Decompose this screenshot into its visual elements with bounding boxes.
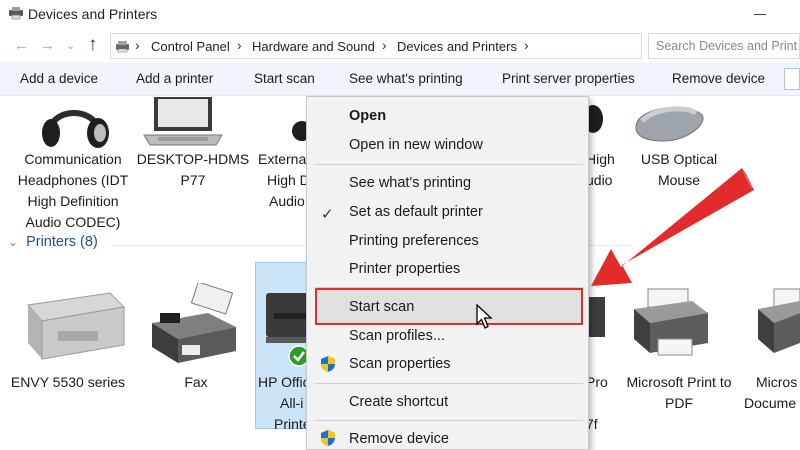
breadcrumb-hardware-and-sound[interactable]: Hardware and Sound <box>252 39 375 54</box>
up-arrow-icon[interactable]: ↑ <box>88 34 98 56</box>
printer-microsoft-document[interactable]: Micros Docume <box>744 372 800 414</box>
menu-item-scan-properties[interactable]: Scan properties <box>349 356 451 372</box>
start-scan-button[interactable]: Start scan <box>254 71 315 86</box>
envy-printer-icon[interactable] <box>18 287 130 363</box>
printer-pro[interactable]: Pro 7f <box>586 372 616 435</box>
microsoft-document-printer-icon[interactable] <box>752 287 800 363</box>
address-bar[interactable]: › Control Panel › Hardware and Sound › D… <box>110 33 642 59</box>
window-title: Devices and Printers <box>28 6 158 22</box>
breadcrumb-separator-icon[interactable]: › <box>135 37 140 53</box>
devices-printers-icon <box>9 7 23 20</box>
device-high-definition-audio[interactable]: High udio <box>586 149 620 191</box>
printer-fax[interactable]: Fax <box>166 372 226 393</box>
printer-label-line: PDF <box>665 395 693 411</box>
printer-label-line: 7f <box>586 416 598 432</box>
back-arrow-icon[interactable]: ← <box>14 37 29 54</box>
audio-device-icon[interactable] <box>589 97 609 145</box>
start-scan-highlight-box <box>315 288 583 325</box>
device-usb-optical-mouse[interactable]: USB Optical Mouse <box>624 149 734 191</box>
mouse-icon[interactable] <box>628 97 708 149</box>
breadcrumb-separator-icon[interactable]: › <box>237 37 242 53</box>
menu-separator <box>315 383 583 384</box>
menu-item-scan-profiles[interactable]: Scan profiles... <box>349 328 445 344</box>
breadcrumb-separator-icon[interactable]: › <box>382 37 387 53</box>
microsoft-print-to-pdf-icon[interactable] <box>628 287 712 363</box>
breadcrumb-devices-and-printers[interactable]: Devices and Printers <box>397 39 517 54</box>
forward-arrow-icon[interactable]: → <box>40 37 55 54</box>
device-label-line: DESKTOP-HDMS <box>136 151 250 167</box>
device-label-line: P77 <box>180 172 206 188</box>
device-external-high-definition-audio[interactable]: Externa High D Audio <box>258 149 310 212</box>
device-label-line: Mouse <box>657 172 701 188</box>
device-label-line: Externa <box>258 151 307 167</box>
mouse-cursor-icon <box>476 304 493 329</box>
menu-separator <box>315 420 583 421</box>
printer-label-line: Micros <box>756 374 798 390</box>
device-desktop[interactable]: DESKTOP-HDMS P77 <box>134 149 252 191</box>
breadcrumb-control-panel[interactable]: Control Panel <box>151 39 230 54</box>
device-label-line: Audio CODEC) <box>25 214 121 230</box>
printer-label-line: Printe <box>274 416 311 432</box>
device-label-line: Headphones (IDT <box>17 172 129 188</box>
printer-label-line: All-i <box>280 395 304 411</box>
command-bar: Add a device Add a printer Start scan Se… <box>0 62 800 96</box>
menu-item-open[interactable]: Open <box>349 108 386 124</box>
printer-envy[interactable]: ENVY 5530 series <box>8 372 128 393</box>
minimize-button[interactable] <box>750 4 770 24</box>
printers-group-label: Printers (8) <box>26 234 98 250</box>
uac-shield-icon <box>321 356 335 372</box>
printer-label-line: Pro <box>586 374 608 390</box>
uac-shield-icon <box>321 430 335 446</box>
search-box[interactable] <box>648 33 800 59</box>
breadcrumb-separator-icon[interactable]: › <box>524 37 529 53</box>
device-label-line: High D <box>267 172 310 188</box>
navigation-bar: ← → ⌄ ↑ › Control Panel › Hardware and S… <box>0 30 800 62</box>
print-server-properties-button[interactable]: Print server properties <box>502 71 635 86</box>
printer-label-line: HP Offic <box>258 374 310 390</box>
device-label-line: Communication <box>24 151 122 167</box>
menu-item-open-new-window[interactable]: Open in new window <box>349 137 483 153</box>
menu-item-printing-preferences[interactable]: Printing preferences <box>349 233 479 249</box>
device-communication-headphones[interactable]: Communication Headphones (IDT High Defin… <box>10 149 136 233</box>
printer-label-line: Microsoft Print to <box>626 374 732 390</box>
device-label-line: High Definition <box>27 193 119 209</box>
headphones-icon[interactable] <box>34 97 114 149</box>
printer-label-line: ENVY 5530 series <box>10 374 126 390</box>
device-label-line: USB Optical <box>640 151 718 167</box>
device-label-line: High <box>586 151 615 167</box>
title-bar: Devices and Printers <box>0 0 800 30</box>
speaker-icon[interactable] <box>284 97 306 145</box>
printer-context-menu: Open Open in new window See what's print… <box>306 96 589 450</box>
search-input[interactable] <box>649 34 799 58</box>
see-whats-printing-button[interactable]: See what's printing <box>349 71 463 86</box>
printer-label-line: Fax <box>184 374 208 390</box>
control-panel-location-icon <box>116 41 129 53</box>
command-bar-overflow-button[interactable] <box>784 68 800 90</box>
checkmark-icon: ✓ <box>321 206 334 223</box>
menu-item-create-shortcut[interactable]: Create shortcut <box>349 394 448 410</box>
fax-icon[interactable] <box>148 283 240 367</box>
add-printer-button[interactable]: Add a printer <box>136 71 213 86</box>
pro-printer-icon[interactable] <box>589 293 607 343</box>
menu-separator <box>315 164 583 165</box>
menu-item-remove-device[interactable]: Remove device <box>349 431 449 447</box>
printer-microsoft-print-to-pdf[interactable]: Microsoft Print to PDF <box>616 372 742 414</box>
printer-hp-officejet[interactable]: HP Offic All-i Printe <box>256 372 311 435</box>
menu-item-printer-properties[interactable]: Printer properties <box>349 261 460 277</box>
menu-item-set-default-printer[interactable]: Set as default printer <box>349 204 483 220</box>
add-device-button[interactable]: Add a device <box>20 71 98 86</box>
printer-label-line: Docume <box>744 395 797 411</box>
printers-group-header[interactable]: ⌄ Printers (8) <box>8 234 98 250</box>
remove-device-button[interactable]: Remove device <box>672 71 765 86</box>
collapse-chevron-icon[interactable]: ⌄ <box>8 235 18 249</box>
laptop-icon[interactable] <box>140 97 226 149</box>
recent-locations-chevron-icon[interactable]: ⌄ <box>66 39 75 52</box>
device-label-line: udio <box>586 172 613 188</box>
menu-item-see-whats-printing[interactable]: See what's printing <box>349 175 471 191</box>
hp-officejet-printer-icon[interactable] <box>262 287 308 351</box>
device-label-line: Audio <box>269 193 305 209</box>
